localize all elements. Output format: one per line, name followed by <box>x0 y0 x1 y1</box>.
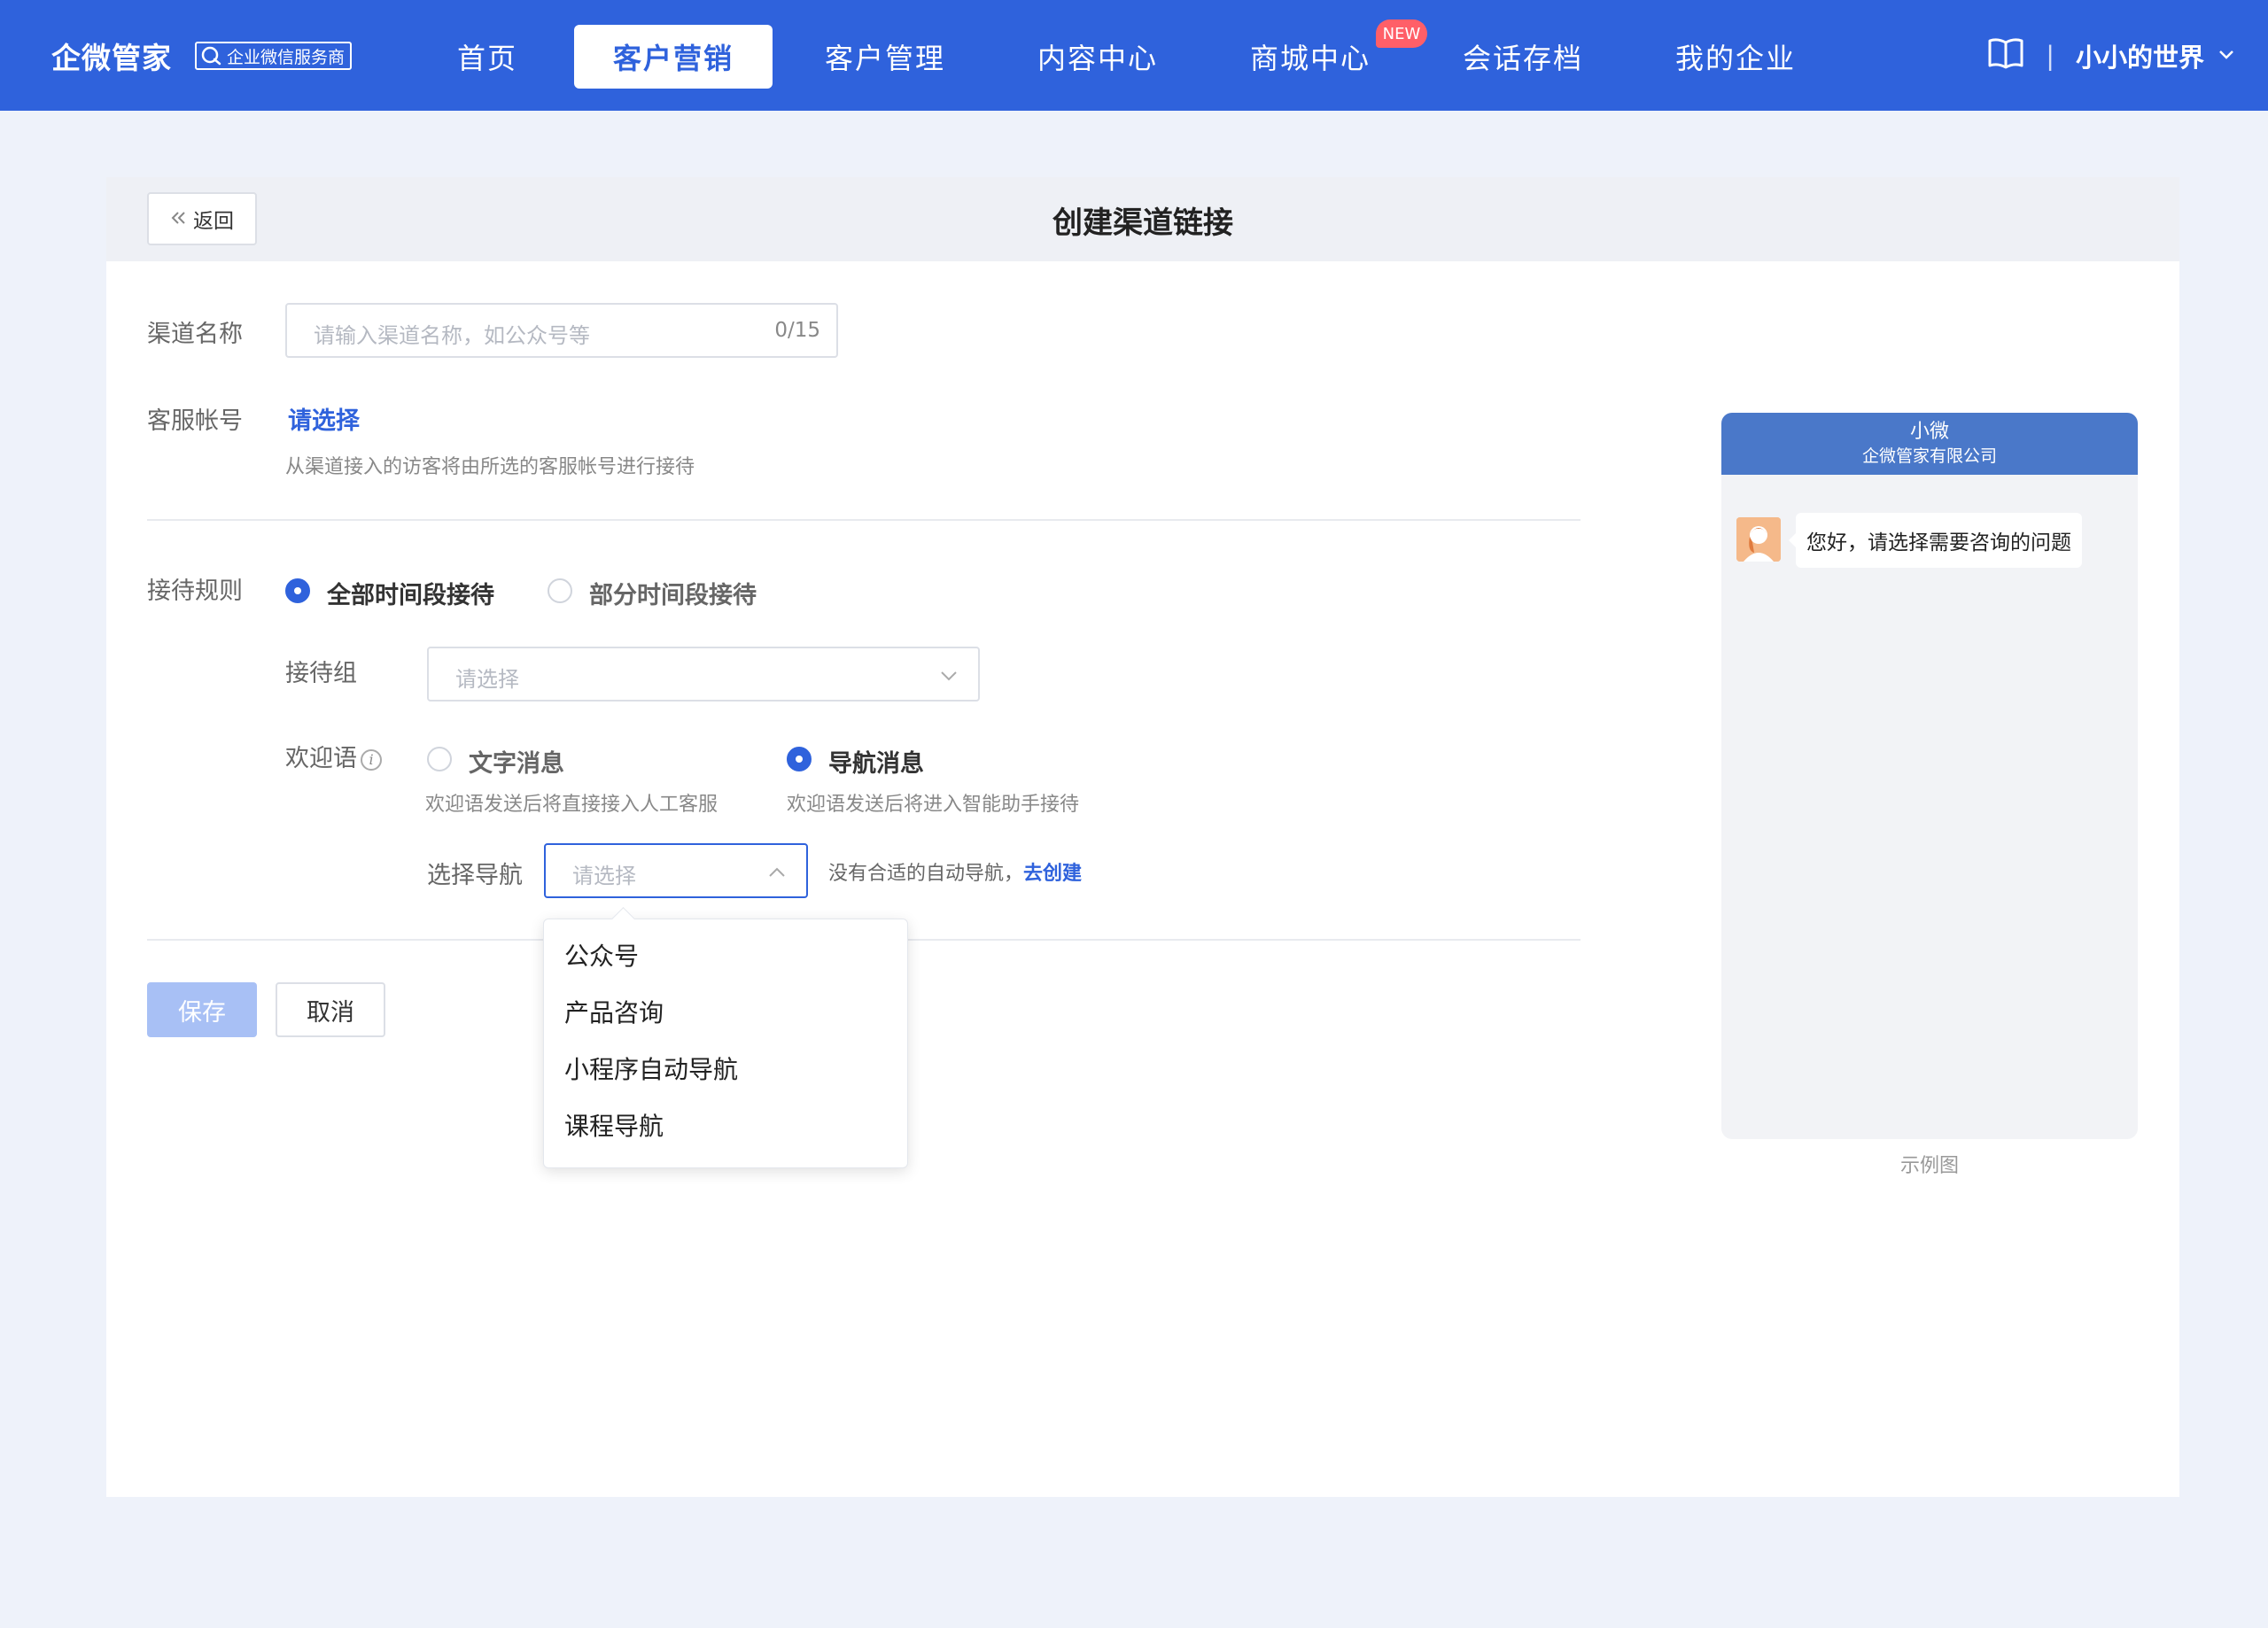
brand-logo[interactable]: 企微管家 企业微信服务商 <box>51 35 353 76</box>
dropdown-option[interactable]: 产品咨询 <box>544 983 907 1040</box>
back-button[interactable]: 返回 <box>147 192 257 245</box>
dropdown-option[interactable]: 课程导航 <box>544 1097 907 1153</box>
radio-navigation-message-label: 导航消息 <box>828 750 924 778</box>
preview-caption: 示例图 <box>1899 1155 1959 1177</box>
reception-group-label: 接待组 <box>285 660 357 687</box>
channel-name-label: 渠道名称 <box>147 321 243 348</box>
card-header: 创建渠道链接 返回 <box>106 177 2179 261</box>
save-button[interactable]: 保存 <box>147 982 257 1037</box>
navigation-hint: 没有合适的自动导航，去创建 <box>828 857 1082 886</box>
navigation-hint-text: 没有合适的自动导航， <box>828 863 1024 885</box>
avatar-icon <box>1736 517 1781 562</box>
page-title: 创建渠道链接 <box>1052 205 1233 241</box>
user-name[interactable]: 小小的世界 <box>2076 37 2204 74</box>
user-area: | 小小的世界 <box>1987 35 2236 76</box>
preview-header: 小微 企微管家有限公司 <box>1721 413 2138 475</box>
navigation-select[interactable]: 请选择 <box>544 843 808 898</box>
book-icon[interactable] <box>1987 36 2024 76</box>
radio-text-message[interactable] <box>427 747 452 771</box>
dropdown-option[interactable]: 公众号 <box>544 926 907 983</box>
welcome-label: 欢迎语 i <box>285 739 382 773</box>
nav-item-customer-marketing[interactable]: 客户营销 <box>574 25 773 89</box>
chevron-down-icon[interactable] <box>2217 41 2236 71</box>
welcome-label-text: 欢迎语 <box>285 745 357 772</box>
main-card: 创建渠道链接 返回 渠道名称 请输入渠道名称，如公众号等 0/15 客服帐号 请… <box>106 177 2179 1497</box>
text-message-desc: 欢迎语发送后将直接接入人工客服 <box>425 794 718 816</box>
chat-bubble-icon <box>200 45 223 66</box>
nav-item-my-enterprise[interactable]: 我的企业 <box>1665 25 1806 89</box>
divider <box>147 519 1581 521</box>
nav-item-mall-center[interactable]: 商城中心 <box>1239 25 1381 89</box>
brand-badge: 企业微信服务商 <box>195 42 353 70</box>
brand-badge-text: 企业微信服务商 <box>227 47 346 67</box>
radio-partial-time[interactable] <box>548 578 572 603</box>
brand-name: 企微管家 <box>51 41 172 75</box>
chevron-down-icon <box>939 666 959 686</box>
channel-name-counter: 0/15 <box>774 319 820 342</box>
reception-rule-label: 接待规则 <box>147 578 243 605</box>
service-account-select-link[interactable]: 请选择 <box>288 401 360 436</box>
back-label: 返回 <box>193 210 234 233</box>
nav-item-customer-management[interactable]: 客户管理 <box>814 25 956 89</box>
service-account-hint: 从渠道接入的访客将由所选的客服帐号进行接待 <box>285 456 695 478</box>
chat-preview: 小微 企微管家有限公司 您好，请选择需要咨询的问题 <box>1721 413 2138 1139</box>
nav-item-content-center[interactable]: 内容中心 <box>1027 25 1169 89</box>
info-icon[interactable]: i <box>361 748 382 771</box>
navigation-dropdown: 公众号 产品咨询 小程序自动导航 课程导航 <box>543 919 908 1168</box>
chevron-up-icon <box>767 863 787 882</box>
user-separator: | <box>2046 41 2054 71</box>
create-navigation-link[interactable]: 去创建 <box>1023 863 1082 885</box>
select-navigation-label: 选择导航 <box>427 862 523 889</box>
preview-title: 小微 <box>1909 421 1949 443</box>
navigation-message-desc: 欢迎语发送后将进入智能助手接待 <box>787 794 1080 816</box>
radio-text-message-label: 文字消息 <box>469 750 564 778</box>
radio-navigation-message[interactable] <box>787 747 812 771</box>
reception-group-placeholder: 请选择 <box>455 667 519 692</box>
service-account-label: 客服帐号 <box>147 407 243 435</box>
radio-all-time[interactable] <box>285 578 310 603</box>
nav-item-home[interactable]: 首页 <box>430 25 545 89</box>
top-navigation-bar: 企微管家 企业微信服务商 首页 客户营销 客户管理 内容中心 商城中心 NEW … <box>0 0 2268 111</box>
radio-all-time-label: 全部时间段接待 <box>327 582 494 609</box>
cancel-button[interactable]: 取消 <box>276 982 385 1037</box>
channel-name-input[interactable]: 请输入渠道名称，如公众号等 0/15 <box>285 303 838 358</box>
preview-subtitle: 企微管家有限公司 <box>1861 446 1997 466</box>
chat-bubble: 您好，请选择需要咨询的问题 <box>1789 513 2082 568</box>
channel-name-placeholder: 请输入渠道名称，如公众号等 <box>314 323 590 348</box>
radio-partial-time-label: 部分时间段接待 <box>589 582 757 609</box>
nav-item-session-archive[interactable]: 会话存档 <box>1452 25 1594 89</box>
dropdown-option[interactable]: 小程序自动导航 <box>544 1040 907 1097</box>
new-badge: NEW <box>1376 19 1427 48</box>
navigation-select-placeholder: 请选择 <box>572 864 636 888</box>
reception-group-select[interactable]: 请选择 <box>427 647 980 702</box>
double-chevron-left-icon <box>170 206 188 231</box>
